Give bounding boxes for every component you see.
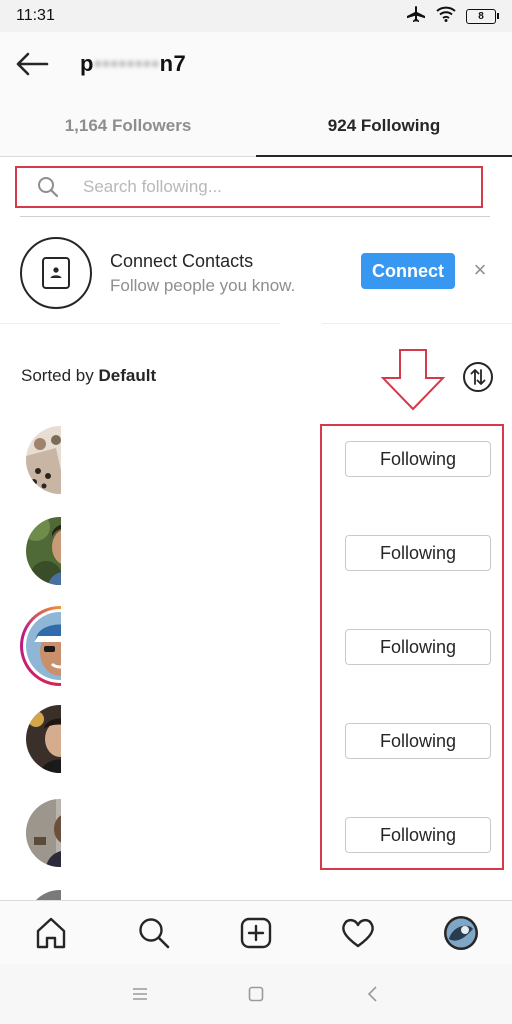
- menu-icon: [133, 988, 147, 1000]
- connect-button[interactable]: Connect: [361, 253, 455, 289]
- sort-arrows-icon: [470, 369, 486, 385]
- contacts-text: Connect Contacts Follow people you know.: [110, 251, 295, 296]
- search-underline: [20, 216, 490, 217]
- back-arrow-icon: [16, 52, 49, 76]
- profile-username: p••••••••n7: [80, 51, 187, 76]
- dismiss-contacts-button[interactable]: ×: [470, 258, 490, 282]
- nav-search[interactable]: [130, 909, 178, 957]
- bottom-nav: [0, 900, 512, 965]
- connect-contacts-card: Connect Contacts Follow people you know.…: [0, 228, 512, 318]
- contact-book-icon: [42, 257, 70, 289]
- system-menu-button[interactable]: [125, 979, 155, 1009]
- home-icon: [36, 917, 66, 949]
- nav-profile[interactable]: [437, 909, 485, 957]
- battery-icon: 8: [466, 8, 499, 24]
- status-bar: 11:31 8: [0, 0, 512, 32]
- divider: [0, 323, 280, 324]
- activity-heart-icon: [342, 918, 375, 948]
- status-time: 11:31: [16, 7, 55, 24]
- tab-following[interactable]: 924 Following: [256, 96, 512, 157]
- home-square-icon: [248, 986, 264, 1002]
- system-home-button[interactable]: [241, 979, 271, 1009]
- search-icon: [38, 177, 59, 198]
- nav-home[interactable]: [27, 909, 75, 957]
- wifi-icon: [436, 6, 456, 27]
- hidden-user-info: [61, 601, 321, 695]
- follow-tabs: 1,164 Followers 924 Following: [0, 96, 512, 157]
- nav-activity[interactable]: [334, 909, 382, 957]
- divider: [322, 323, 512, 324]
- back-icon: [367, 986, 377, 1002]
- search-bar: [15, 166, 483, 208]
- sort-button[interactable]: [463, 362, 493, 392]
- search-icon: [138, 918, 169, 949]
- avatar: [26, 890, 61, 900]
- hidden-user-info: [61, 413, 321, 507]
- sort-value: Default: [98, 366, 157, 385]
- annotation-frame: [320, 424, 504, 870]
- system-nav: [0, 964, 512, 1024]
- hidden-user-info: [61, 789, 321, 883]
- add-post-icon: [240, 917, 272, 949]
- nav-add-post[interactable]: [232, 909, 280, 957]
- sort-label: Sorted by Default: [21, 366, 157, 385]
- airplane-icon: [406, 5, 426, 27]
- profile-icon: [443, 916, 478, 950]
- back-button[interactable]: [12, 44, 52, 84]
- contacts-subtitle: Follow people you know.: [110, 275, 296, 295]
- hidden-user-info: [61, 507, 321, 601]
- contacts-avatar: [20, 237, 92, 309]
- system-back-button[interactable]: [357, 979, 387, 1009]
- annotation-arrow-icon: [380, 349, 446, 411]
- status-icons: 8: [406, 5, 499, 27]
- tab-followers[interactable]: 1,164 Followers: [0, 96, 256, 156]
- contacts-title: Connect Contacts: [110, 250, 254, 271]
- search-input[interactable]: [81, 176, 465, 198]
- hidden-user-info: [61, 695, 321, 789]
- header: p••••••••n7: [0, 32, 512, 96]
